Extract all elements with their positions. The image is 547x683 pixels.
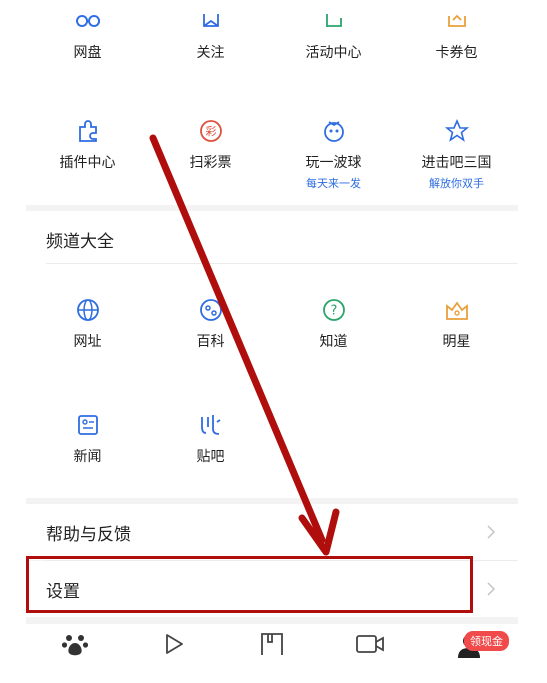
tool-game-sanguo[interactable]: 进击吧三国 解放你双手 — [395, 118, 518, 191]
tool-label: 进击吧三国 — [421, 155, 492, 171]
channel-news[interactable]: 新闻 — [26, 412, 149, 466]
tool-plugin-center[interactable]: 插件中心 — [26, 118, 149, 191]
cloud-drive-icon — [75, 8, 101, 34]
tieba-icon — [198, 412, 224, 438]
game-star-icon — [444, 118, 470, 144]
lottery-icon: 彩 — [198, 118, 224, 144]
channels-card: 频道大全 网址 百科 ? 知道 明星 新闻 贴吧 — [26, 211, 518, 498]
bottom-tab-bar — [26, 624, 518, 683]
channels-row-2: 新闻 贴吧 — [26, 412, 518, 466]
channel-tieba[interactable]: 贴吧 — [149, 412, 272, 466]
globe-icon — [75, 297, 101, 323]
help-feedback-label: 帮助与反馈 — [46, 524, 131, 545]
question-icon: ? — [321, 297, 347, 323]
news-icon — [75, 412, 101, 438]
tool-label: 网盘 — [73, 45, 102, 61]
channel-label: 百科 — [196, 334, 225, 350]
channel-encyclopedia[interactable]: 百科 — [149, 297, 272, 351]
svg-text:?: ? — [330, 304, 337, 319]
chevron-right-icon — [484, 524, 498, 540]
tool-coupon[interactable]: 卡券包 — [395, 8, 518, 62]
crown-icon — [444, 297, 470, 323]
tool-label: 插件中心 — [59, 155, 116, 171]
game-ball-icon — [321, 118, 347, 144]
tab-bookmark[interactable] — [223, 624, 321, 683]
tools-row-2: 插件中心 彩 扫彩票 玩一波球 每天来一发 进击吧三国 解放你双手 — [26, 118, 518, 191]
tool-label: 关注 — [196, 45, 225, 61]
help-feedback-row[interactable]: 帮助与反馈 — [26, 504, 518, 560]
channel-website[interactable]: 网址 — [26, 297, 149, 351]
tab-video[interactable] — [321, 624, 419, 683]
tool-lottery[interactable]: 彩 扫彩票 — [149, 118, 272, 191]
tools-row-1: 网盘 关注 活动中心 卡券包 — [26, 8, 518, 62]
tool-label: 扫彩票 — [189, 155, 232, 171]
bookmark-icon — [259, 632, 285, 683]
chevron-right-icon — [484, 581, 498, 597]
tool-game-ball[interactable]: 玩一波球 每天来一发 — [272, 118, 395, 191]
tools-card: 网盘 关注 活动中心 卡券包 插件中心 彩 扫彩票 玩一波球 每天来一发 进击吧… — [26, 0, 518, 205]
channel-star[interactable]: 明星 — [395, 297, 518, 351]
channels-title: 频道大全 — [46, 232, 114, 252]
play-icon — [163, 632, 185, 683]
tool-label: 玩一波球 — [305, 155, 362, 171]
video-icon — [355, 632, 385, 683]
tool-cloud-drive[interactable]: 网盘 — [26, 8, 149, 62]
tool-label: 卡券包 — [435, 45, 478, 61]
tab-home[interactable] — [26, 624, 124, 683]
coupon-icon — [444, 8, 470, 34]
divider — [46, 263, 518, 264]
tool-sublabel: 解放你双手 — [429, 177, 484, 190]
app-screen: 网盘 关注 活动中心 卡券包 插件中心 彩 扫彩票 玩一波球 每天来一发 进击吧… — [26, 0, 518, 683]
channel-label: 网址 — [73, 334, 102, 350]
tab-play[interactable] — [124, 624, 222, 683]
follow-icon — [198, 8, 224, 34]
channel-label: 明星 — [442, 334, 471, 350]
settings-highlight-box — [26, 556, 473, 613]
plugin-icon — [75, 118, 101, 144]
channel-label: 知道 — [319, 334, 348, 350]
flag-icon — [321, 8, 347, 34]
channel-zhidao[interactable]: ? 知道 — [272, 297, 395, 351]
tool-follow[interactable]: 关注 — [149, 8, 272, 62]
cash-badge[interactable]: 领现金 — [464, 631, 509, 651]
channels-row-1: 网址 百科 ? 知道 明星 — [26, 297, 518, 351]
encyclopedia-icon — [198, 297, 224, 323]
home-paw-icon — [61, 632, 89, 683]
tool-sublabel: 每天来一发 — [306, 177, 361, 190]
tool-activity-center[interactable]: 活动中心 — [272, 8, 395, 62]
tool-label: 活动中心 — [305, 45, 362, 61]
channel-label: 新闻 — [73, 449, 102, 465]
channel-label: 贴吧 — [196, 449, 225, 465]
svg-text:彩: 彩 — [205, 125, 216, 138]
